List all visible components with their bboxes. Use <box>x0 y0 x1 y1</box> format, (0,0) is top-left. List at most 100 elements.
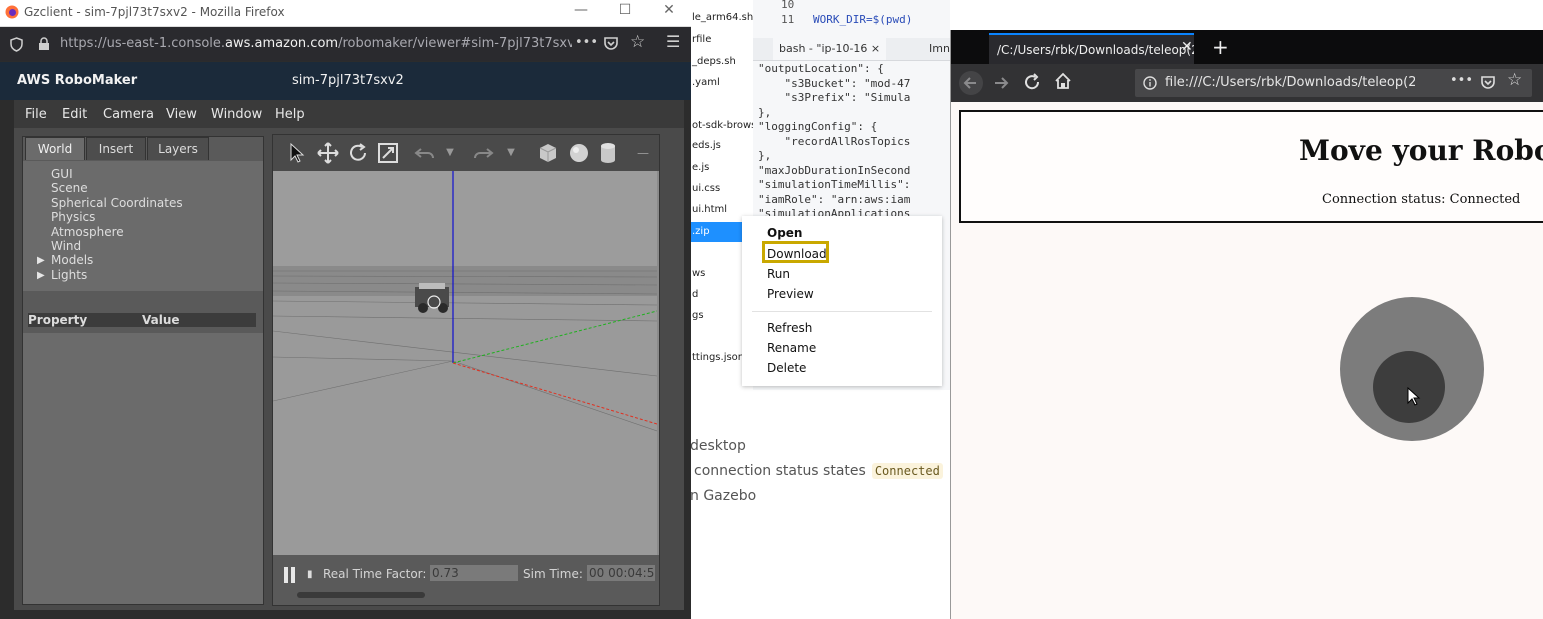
menu-help[interactable]: Help <box>275 107 305 122</box>
gazebo-scene[interactable] <box>273 171 657 555</box>
file-item[interactable]: ws <box>692 268 705 279</box>
menu-item-open[interactable]: Open <box>767 226 802 240</box>
horizontal-scrollbar[interactable] <box>297 592 425 598</box>
tree-item-scene[interactable]: Scene <box>51 181 88 195</box>
expand-arrow-icon[interactable]: ▶ <box>37 255 45 266</box>
menu-item-preview[interactable]: Preview <box>767 287 814 301</box>
tab-world[interactable]: World <box>25 137 85 160</box>
tab-teleop[interactable]: /C:/Users/rbk/Downloads/teleop(2)/ <box>989 33 1194 64</box>
sim-status-bar: ▮ Real Time Factor: 0.73 Sim Time: 00 00… <box>273 555 659 605</box>
step-icon[interactable]: ▮ <box>307 569 313 580</box>
tree-item-spherical-coordinates[interactable]: Spherical Coordinates <box>51 196 183 210</box>
menu-icon[interactable]: ☰ <box>666 32 680 51</box>
code-line: WORK_DIR=$(pwd) <box>813 13 913 26</box>
browser-tabstrip: /C:/Users/rbk/Downloads/teleop(2)/ ✕ + <box>951 30 1543 64</box>
select-cursor-icon[interactable] <box>285 141 309 165</box>
file-item[interactable]: eds.js <box>692 140 721 151</box>
shield-icon[interactable] <box>10 37 23 52</box>
menu-item-rename[interactable]: Rename <box>767 341 816 355</box>
menu-camera[interactable]: Camera <box>103 107 154 122</box>
menu-item-refresh[interactable]: Refresh <box>767 321 812 335</box>
page-actions-icon[interactable]: ••• <box>575 35 598 50</box>
menu-separator <box>752 311 932 312</box>
tab-layers[interactable]: Layers <box>147 137 209 160</box>
teleop-page: Move your Robot Connection status: Conne… <box>951 102 1543 619</box>
file-item[interactable]: .yaml <box>692 77 720 88</box>
cylinder-shape-icon[interactable] <box>596 141 620 165</box>
tree-item-models[interactable]: Models <box>51 253 93 267</box>
simulation-name: sim-7pjl73t7sxv2 <box>292 73 404 88</box>
back-arrow-icon[interactable] <box>958 70 984 96</box>
close-icon[interactable]: ✕ <box>1181 39 1193 55</box>
menu-file[interactable]: File <box>25 107 47 122</box>
code-chip: Connected <box>871 463 943 479</box>
expand-arrow-icon[interactable]: ▶ <box>37 270 45 281</box>
undo-icon[interactable] <box>413 141 437 165</box>
file-item[interactable]: gs <box>692 310 704 321</box>
file-item[interactable]: le_arm64.sh <box>692 12 753 23</box>
property-header: Property Value <box>28 313 256 327</box>
json-line: }, <box>758 149 772 162</box>
url-field[interactable]: file:///C:/Users/rbk/Downloads/teleop(2)… <box>1135 69 1532 97</box>
menu-item-run[interactable]: Run <box>767 267 790 281</box>
pocket-icon[interactable] <box>603 36 619 51</box>
rotate-icon[interactable] <box>346 141 370 165</box>
close-icon[interactable]: × <box>871 42 880 55</box>
chevron-down-icon[interactable]: ▼ <box>499 141 523 165</box>
tab-bash[interactable]: bash - "ip-10-16 × <box>773 38 887 60</box>
lock-icon[interactable] <box>38 37 50 51</box>
box-shape-icon[interactable] <box>536 141 560 165</box>
maximize-icon[interactable]: ☐ <box>610 2 640 18</box>
minimize-icon[interactable]: — <box>566 2 596 18</box>
close-icon[interactable]: ✕ <box>654 2 684 18</box>
file-item[interactable]: ui.css <box>692 183 720 194</box>
mouse-cursor-icon <box>1407 387 1421 406</box>
url-text: file:///C:/Users/rbk/Downloads/teleop(2)… <box>1165 75 1415 90</box>
url-field[interactable]: https://us-east-1.console.aws.amazon.com… <box>60 36 572 51</box>
tree-item-atmosphere[interactable]: Atmosphere <box>51 225 124 239</box>
json-line: "loggingConfig": { <box>758 120 878 133</box>
tree-item-lights[interactable]: Lights <box>51 268 87 282</box>
redo-icon[interactable] <box>471 141 495 165</box>
simtime-label: Sim Time: <box>523 567 583 581</box>
translate-icon[interactable] <box>316 141 340 165</box>
pause-icon[interactable] <box>283 567 297 583</box>
json-line: "outputLocation": { <box>758 62 884 75</box>
window-titlebar: Gzclient - sim-7pjl73t7sxv2 - Mozilla Fi… <box>0 0 691 27</box>
star-icon[interactable]: ☆ <box>1507 70 1522 90</box>
page-actions-icon[interactable]: ••• <box>1450 73 1473 88</box>
file-item[interactable]: e.js <box>692 162 709 173</box>
more-icon[interactable]: — <box>631 141 655 165</box>
context-menu: Open Download Run Preview Refresh Rename… <box>742 216 942 386</box>
tree-item-physics[interactable]: Physics <box>51 210 95 224</box>
scale-icon[interactable] <box>376 141 400 165</box>
file-item[interactable]: ui.html <box>692 204 727 215</box>
pocket-icon[interactable] <box>1480 75 1496 90</box>
tree-item-wind[interactable]: Wind <box>51 239 81 253</box>
menu-item-delete[interactable]: Delete <box>767 361 806 375</box>
file-item-selected[interactable]: .zip <box>690 222 750 242</box>
file-item[interactable]: ttings.json <box>692 352 744 363</box>
info-icon[interactable] <box>1143 76 1157 90</box>
sphere-shape-icon[interactable] <box>567 141 591 165</box>
file-item[interactable]: _deps.sh <box>692 56 736 67</box>
file-item[interactable]: d <box>692 289 698 300</box>
forward-arrow-icon[interactable] <box>992 74 1010 92</box>
file-item[interactable]: ot-sdk-brows <box>692 120 756 131</box>
json-content: "outputLocation": { "s3Bucket": "mod-47 … <box>758 62 948 222</box>
menu-view[interactable]: View <box>166 107 197 122</box>
menu-window[interactable]: Window <box>211 107 262 122</box>
menu-edit[interactable]: Edit <box>62 107 87 122</box>
reload-icon[interactable] <box>1023 73 1041 91</box>
new-tab-icon[interactable]: + <box>1212 35 1229 59</box>
teleop-browser-window: /C:/Users/rbk/Downloads/teleop(2)/ ✕ + f… <box>950 30 1543 619</box>
doc-line: desktop <box>690 438 746 454</box>
tree-item-gui[interactable]: GUI <box>51 167 73 181</box>
star-icon[interactable]: ☆ <box>630 32 645 52</box>
home-icon[interactable] <box>1054 72 1072 90</box>
line-number: 10 <box>781 0 795 11</box>
chevron-down-icon[interactable]: ▼ <box>438 141 462 165</box>
tab-insert[interactable]: Insert <box>86 137 146 160</box>
file-item[interactable]: rfile <box>692 34 711 45</box>
menu-item-download[interactable]: Download <box>767 247 827 261</box>
